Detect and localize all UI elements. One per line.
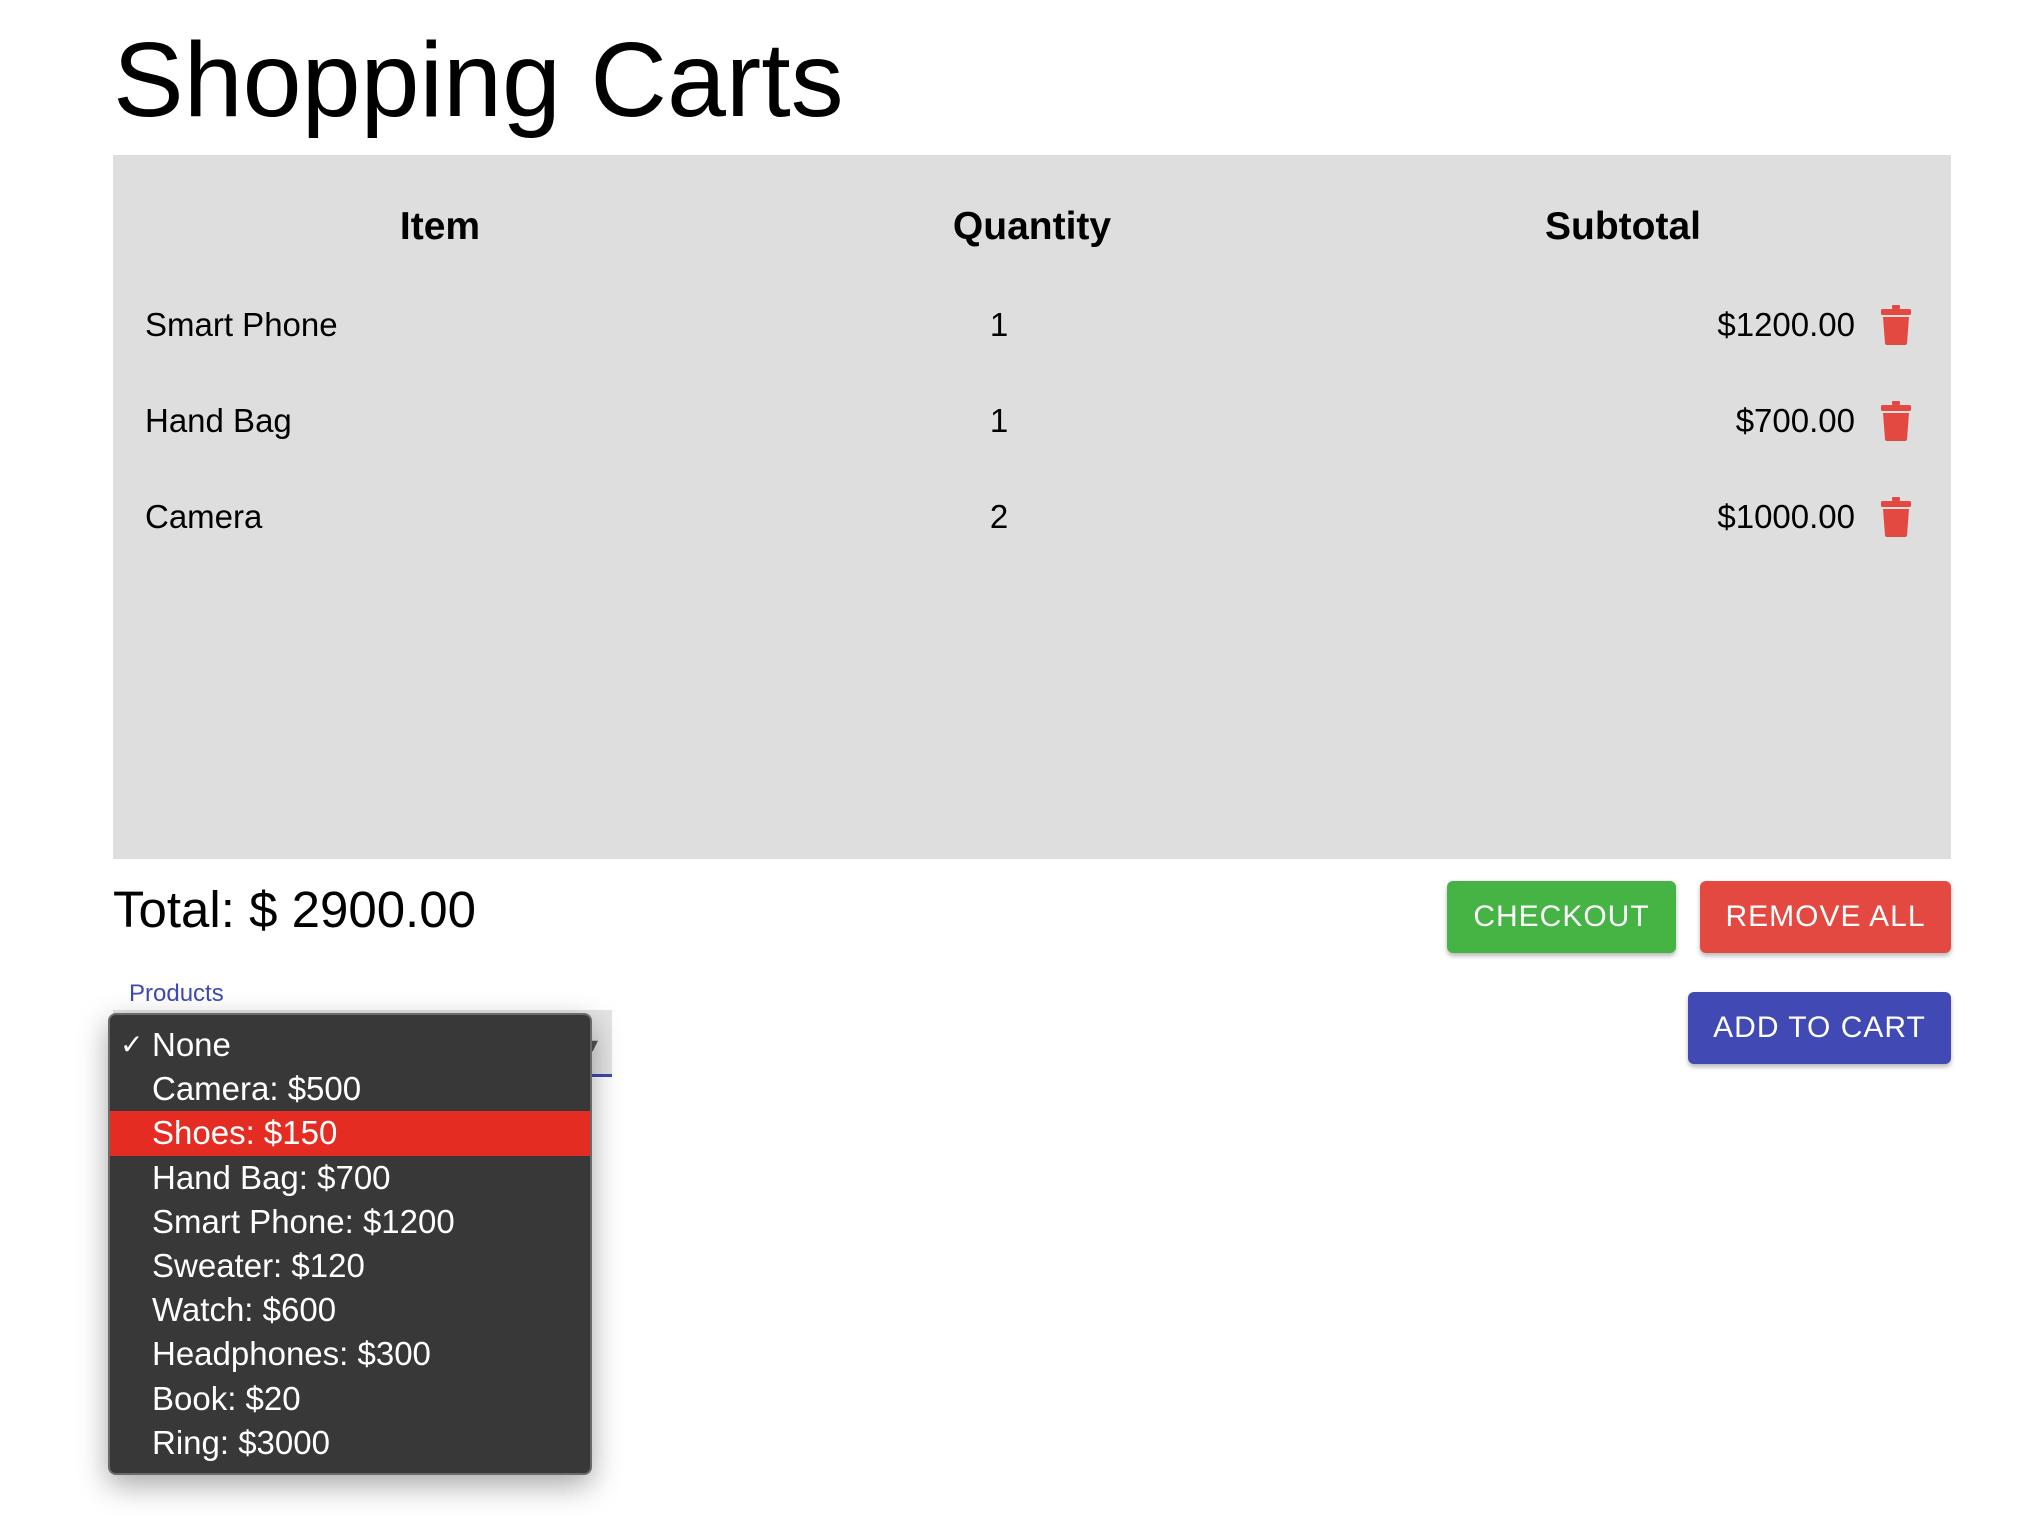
dropdown-option[interactable]: Watch: $600 <box>110 1288 590 1332</box>
add-to-cart-button[interactable]: ADD TO CART <box>1688 992 1951 1064</box>
cart-row-item: Hand Bag <box>145 402 292 439</box>
cart-table: Item Quantity Subtotal Smart Phone 1 $12… <box>113 155 1951 859</box>
dropdown-option[interactable]: Ring: $3000 <box>110 1421 590 1465</box>
cart-total: Total: $ 2900.00 <box>113 881 476 938</box>
dropdown-option[interactable]: Sweater: $120 <box>110 1244 590 1288</box>
dropdown-option-highlighted[interactable]: Shoes: $150 <box>110 1111 590 1156</box>
dropdown-option-none[interactable]: ✓ None <box>110 1023 590 1067</box>
trash-icon[interactable] <box>1881 497 1911 537</box>
cart-row-subtotal: $700.00 <box>1735 402 1855 439</box>
cart-row: Camera 2 $1000.00 <box>113 487 1951 547</box>
cart-row: Smart Phone 1 $1200.00 <box>113 295 1951 355</box>
cart-row-quantity: 1 <box>989 402 1009 439</box>
remove-all-button[interactable]: REMOVE ALL <box>1700 881 1951 953</box>
column-header-subtotal: Subtotal <box>1545 205 1701 248</box>
trash-icon[interactable] <box>1881 401 1911 441</box>
column-header-item: Item <box>399 205 481 248</box>
column-header-quantity: Quantity <box>952 205 1112 248</box>
cart-row-quantity: 2 <box>989 498 1009 535</box>
products-select-label: Products <box>129 980 224 1007</box>
dropdown-option[interactable]: Hand Bag: $700 <box>110 1156 590 1200</box>
dropdown-option[interactable]: Book: $20 <box>110 1377 590 1421</box>
check-icon: ✓ <box>120 1029 144 1060</box>
cart-row: Hand Bag 1 $700.00 <box>113 391 1951 451</box>
dropdown-option[interactable]: Headphones: $300 <box>110 1332 590 1376</box>
cart-row-item: Camera <box>145 498 263 535</box>
cart-row-subtotal: $1000.00 <box>1717 498 1855 535</box>
page-title: Shopping Carts <box>113 21 844 139</box>
cart-row-item: Smart Phone <box>145 306 338 343</box>
dropdown-option[interactable]: Camera: $500 <box>110 1067 590 1111</box>
checkout-button[interactable]: CHECKOUT <box>1447 881 1676 953</box>
cart-row-subtotal: $1200.00 <box>1717 306 1855 343</box>
cart-row-quantity: 1 <box>989 306 1009 343</box>
dropdown-option[interactable]: Smart Phone: $1200 <box>110 1200 590 1244</box>
trash-icon[interactable] <box>1881 305 1911 345</box>
products-dropdown-menu: ✓ None Camera: $500 Shoes: $150 Hand Bag… <box>108 1013 592 1475</box>
